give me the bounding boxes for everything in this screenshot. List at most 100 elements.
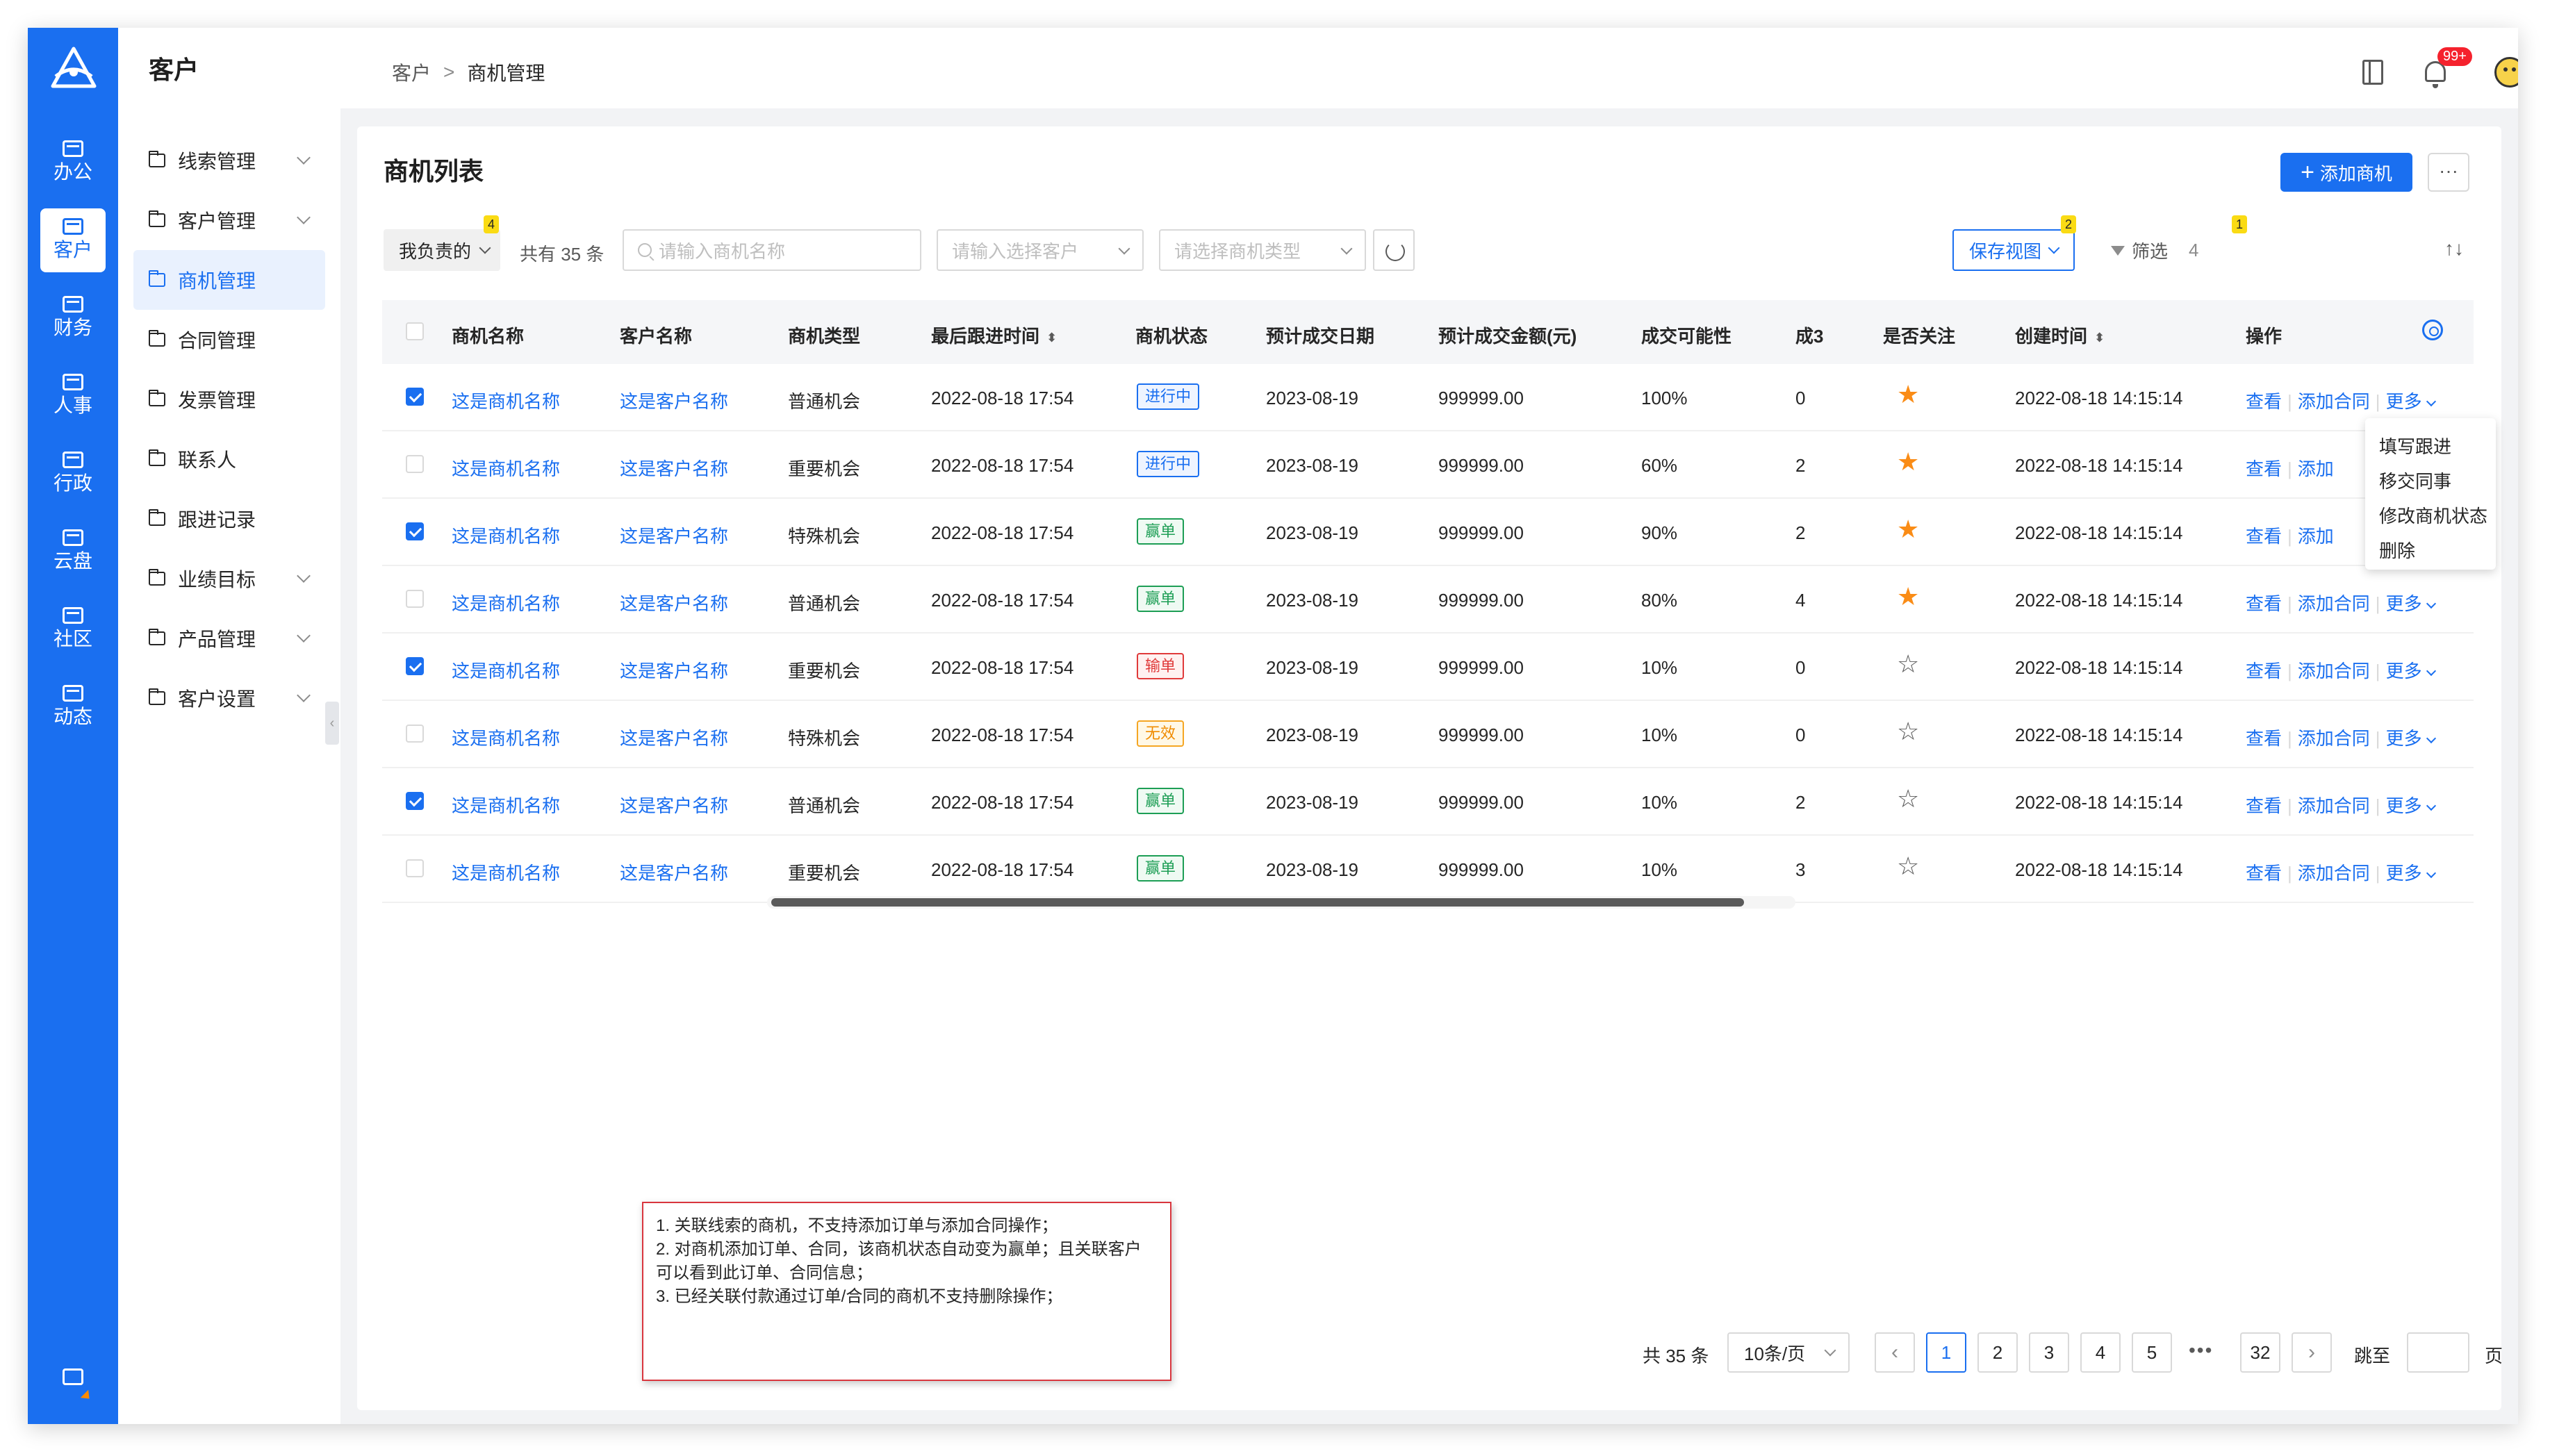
page-last-button[interactable]: 32 [2240, 1332, 2280, 1373]
add-contract-link[interactable]: 添加 [2298, 458, 2334, 479]
row-checkbox[interactable] [406, 388, 424, 406]
row-checkbox[interactable] [406, 590, 424, 608]
customer-name-link[interactable]: 这是客户名称 [620, 455, 728, 481]
view-link[interactable]: 查看 [2246, 391, 2282, 412]
customer-name-link[interactable]: 这是客户名称 [620, 522, 728, 548]
col-created[interactable]: 创建时间 ⬍ [2015, 322, 2105, 348]
rail-item[interactable]: 云盘 [40, 520, 106, 584]
page-1-button[interactable]: 1 [1926, 1332, 1966, 1373]
page-2-button[interactable]: 2 [1977, 1332, 2018, 1373]
add-contract-link[interactable]: 添加合同 [2298, 661, 2370, 681]
view-link[interactable]: 查看 [2246, 661, 2282, 681]
row-checkbox[interactable] [406, 859, 424, 877]
add-contract-link[interactable]: 添加合同 [2298, 795, 2370, 816]
opportunity-name-link[interactable]: 这是商机名称 [452, 859, 560, 885]
row-checkbox[interactable] [406, 657, 424, 675]
more-link[interactable]: 更多 [2386, 661, 2436, 681]
customer-name-link[interactable]: 这是客户名称 [620, 725, 728, 750]
sidebar-item[interactable]: 线索管理 [133, 131, 325, 190]
view-link[interactable]: 查看 [2246, 795, 2282, 816]
type-select[interactable]: 请选择商机类型 [1159, 229, 1366, 271]
avatar[interactable] [2494, 57, 2518, 88]
more-link[interactable]: 更多 [2386, 795, 2436, 816]
page-5-button[interactable]: 5 [2132, 1332, 2172, 1373]
book-icon[interactable] [2362, 60, 2383, 85]
menu-item-transfer[interactable]: 移交同事 [2365, 464, 2496, 499]
customer-name-link[interactable]: 这是客户名称 [620, 590, 728, 615]
menu-item-change-status[interactable]: 修改商机状态 [2365, 499, 2496, 533]
view-link[interactable]: 查看 [2246, 458, 2282, 479]
row-checkbox[interactable] [406, 792, 424, 810]
more-link[interactable]: 更多 [2386, 863, 2436, 884]
column-settings-icon[interactable] [2422, 320, 2443, 340]
opportunity-name-link[interactable]: 这是商机名称 [452, 792, 560, 818]
more-link[interactable]: 更多 [2386, 391, 2436, 412]
view-link[interactable]: 查看 [2246, 863, 2282, 884]
sidebar-collapse-handle[interactable]: ‹ [325, 702, 339, 745]
rail-item[interactable]: 客户 [40, 208, 106, 272]
rail-item[interactable]: 财务 [40, 286, 106, 350]
horizontal-scrollbar-thumb[interactable] [771, 898, 1744, 907]
add-contract-link[interactable]: 添加合同 [2298, 863, 2370, 884]
page-3-button[interactable]: 3 [2029, 1332, 2069, 1373]
select-all-checkbox[interactable] [406, 322, 424, 340]
view-link[interactable]: 查看 [2246, 526, 2282, 547]
opportunity-name-link[interactable]: 这是商机名称 [452, 522, 560, 548]
customer-select[interactable]: 请输入选择客户 [937, 229, 1144, 271]
page-size-select[interactable]: 10条/页 [1727, 1332, 1850, 1373]
more-actions-button[interactable]: ··· [2428, 153, 2469, 192]
add-contract-link[interactable]: 添加合同 [2298, 593, 2370, 614]
save-view-button[interactable]: 保存视图 [1952, 229, 2075, 271]
customer-name-link[interactable]: 这是客户名称 [620, 388, 728, 413]
add-contract-link[interactable]: 添加 [2298, 526, 2334, 547]
star-icon[interactable]: ★ [1897, 515, 1919, 543]
sort-icon[interactable]: ↑↓ [2444, 238, 2464, 260]
opportunity-name-link[interactable]: 这是商机名称 [452, 590, 560, 615]
sidebar-item[interactable]: 发票管理 [133, 370, 325, 429]
pagination-ellipsis[interactable]: ••• [2189, 1339, 2213, 1362]
next-page-button[interactable]: › [2292, 1332, 2332, 1373]
menu-item-delete[interactable]: 删除 [2365, 533, 2496, 568]
customer-name-link[interactable]: 这是客户名称 [620, 792, 728, 818]
rail-item[interactable]: 行政 [40, 442, 106, 506]
refresh-icon[interactable] [1373, 229, 1415, 271]
add-opportunity-button[interactable]: + 添加商机 [2280, 153, 2412, 192]
rail-item[interactable]: 社区 [40, 597, 106, 661]
col-last-follow[interactable]: 最后跟进时间 ⬍ [931, 322, 1057, 348]
row-checkbox[interactable] [406, 522, 424, 540]
star-icon[interactable]: ★ [1897, 381, 1919, 408]
more-link[interactable]: 更多 [2386, 728, 2436, 749]
rail-item[interactable]: 办公 [40, 131, 106, 195]
star-icon[interactable]: ☆ [1897, 650, 1919, 678]
mine-filter-dropdown[interactable]: 我负责的 [384, 229, 500, 271]
sidebar-item[interactable]: 业绩目标 [133, 549, 325, 609]
sidebar-item[interactable]: 跟进记录 [133, 489, 325, 549]
rail-item[interactable]: 人事 [40, 364, 106, 428]
star-icon[interactable]: ★ [1897, 583, 1919, 611]
search-input[interactable]: 请输入商机名称 [623, 229, 921, 271]
sidebar-item[interactable]: 合同管理 [133, 310, 325, 370]
rail-bottom-icon[interactable] [63, 1368, 83, 1385]
star-icon[interactable]: ☆ [1897, 718, 1919, 745]
row-checkbox[interactable] [406, 725, 424, 743]
row-checkbox[interactable] [406, 455, 424, 473]
rail-item[interactable]: 动态 [40, 675, 106, 739]
star-icon[interactable]: ★ [1897, 448, 1919, 476]
opportunity-name-link[interactable]: 这是商机名称 [452, 725, 560, 750]
star-icon[interactable]: ☆ [1897, 852, 1919, 880]
opportunity-name-link[interactable]: 这是商机名称 [452, 388, 560, 413]
sidebar-item[interactable]: 客户管理 [133, 190, 325, 250]
page-4-button[interactable]: 4 [2080, 1332, 2121, 1373]
jump-page-input[interactable] [2407, 1332, 2469, 1373]
add-contract-link[interactable]: 添加合同 [2298, 391, 2370, 412]
opportunity-name-link[interactable]: 这是商机名称 [452, 455, 560, 481]
customer-name-link[interactable]: 这是客户名称 [620, 859, 728, 885]
sidebar-item[interactable]: 商机管理 [133, 250, 325, 310]
filter-button[interactable]: 筛选 4 [2111, 238, 2198, 263]
menu-item-follow-up[interactable]: 填写跟进 [2365, 429, 2496, 464]
star-icon[interactable]: ☆ [1897, 785, 1919, 813]
prev-page-button[interactable]: ‹ [1875, 1332, 1915, 1373]
sidebar-item[interactable]: 产品管理 [133, 609, 325, 668]
sidebar-item[interactable]: 客户设置 [133, 668, 325, 728]
sidebar-item[interactable]: 联系人 [133, 429, 325, 489]
